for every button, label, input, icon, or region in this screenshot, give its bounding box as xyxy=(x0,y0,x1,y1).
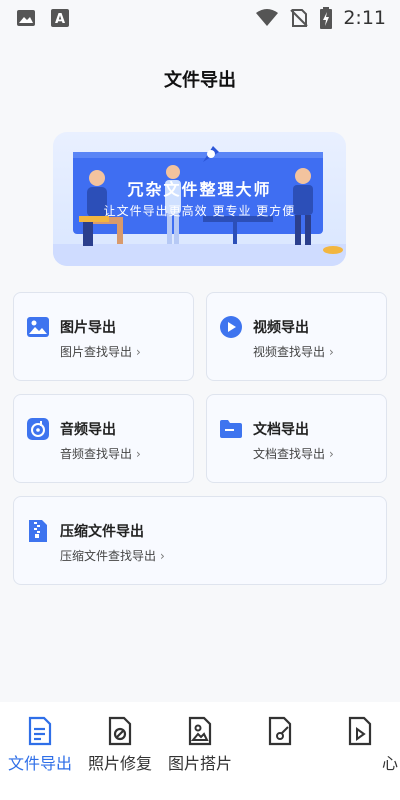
chevron-right-icon: › xyxy=(136,447,141,461)
document-edit-icon xyxy=(268,716,292,746)
zip-icon xyxy=(29,520,47,542)
nav-label: 图片搭片 xyxy=(167,754,232,773)
card-subtitle: 音频查找导出 › xyxy=(60,447,141,461)
folder-icon xyxy=(220,420,242,438)
video-export-card[interactable]: 视频导出 视频查找导出 › xyxy=(206,292,387,381)
promo-banner[interactable]: 冗杂文件整理大师 让文件导出更高效 更专业 更方便 xyxy=(53,132,346,266)
document-play-icon xyxy=(348,716,372,746)
play-icon xyxy=(220,316,242,338)
chevron-right-icon: › xyxy=(329,447,334,461)
document-export-card[interactable]: 文档导出 文档查找导出 › xyxy=(206,394,387,483)
image-icon xyxy=(17,10,35,26)
card-title: 压缩文件导出 xyxy=(60,524,144,540)
audio-icon xyxy=(27,418,49,440)
card-title: 视频导出 xyxy=(253,320,309,336)
image-document-icon xyxy=(188,716,212,746)
banner-title: 冗杂文件整理大师 xyxy=(127,180,272,199)
clock-time: 2:11 xyxy=(343,7,386,29)
card-title: 文档导出 xyxy=(253,422,309,438)
photo-repair-icon xyxy=(108,716,132,746)
wifi-icon xyxy=(256,9,279,26)
nav-item-file-export[interactable]: 文件导出 xyxy=(0,716,80,774)
nav-item-photo-repair[interactable]: 照片修复 xyxy=(80,716,160,774)
zip-export-card[interactable]: 压缩文件导出 压缩文件查找导出 › xyxy=(13,496,387,585)
nav-item-4[interactable] xyxy=(240,716,320,750)
chevron-right-icon: › xyxy=(136,345,141,359)
nav-label: 照片修复 xyxy=(87,754,152,773)
no-sim-icon xyxy=(290,9,309,27)
bottom-nav: 文件导出 照片修复 图片搭片 心 xyxy=(0,702,400,800)
card-title: 图片导出 xyxy=(60,320,116,336)
nav-label: 心 xyxy=(381,754,398,773)
chevron-right-icon: › xyxy=(329,345,334,359)
document-list-icon xyxy=(28,716,52,746)
status-bar: A 2:11 xyxy=(0,0,400,36)
card-subtitle: 视频查找导出 › xyxy=(253,345,334,359)
page-title: 文件导出 xyxy=(164,70,236,91)
card-subtitle: 文档查找导出 › xyxy=(253,447,334,461)
image-export-card[interactable]: 图片导出 图片查找导出 › xyxy=(13,292,194,381)
nav-item-5[interactable]: 心 xyxy=(320,716,400,774)
banner-subtitle: 让文件导出更高效 更专业 更方便 xyxy=(103,204,296,218)
chevron-right-icon: › xyxy=(160,549,165,563)
text-a-icon: A xyxy=(51,9,69,27)
nav-label: 文件导出 xyxy=(7,754,72,773)
card-subtitle: 压缩文件查找导出 › xyxy=(60,549,165,563)
image-icon xyxy=(27,317,49,337)
card-subtitle: 图片查找导出 › xyxy=(60,345,141,359)
nav-item-image-merge[interactable]: 图片搭片 xyxy=(160,716,240,774)
card-title: 音频导出 xyxy=(60,422,116,438)
audio-export-card[interactable]: 音频导出 音频查找导出 › xyxy=(13,394,194,483)
svg-text:A: A xyxy=(55,12,65,27)
battery-charging-icon xyxy=(320,7,333,29)
